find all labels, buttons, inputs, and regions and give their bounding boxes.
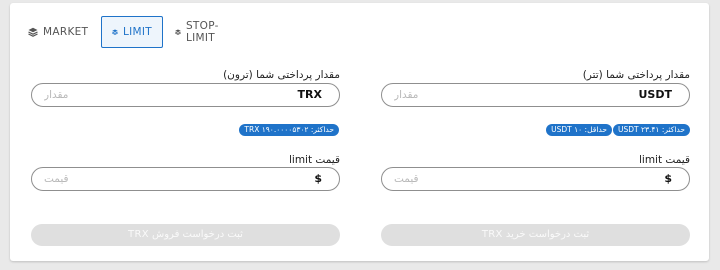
buy-amount-field[interactable]: USDT [381,83,690,107]
buy-amount-label: مقدار پرداختی شما (تتر) [582,69,690,81]
sell-price-field[interactable]: $ [31,167,340,191]
buy-price-input[interactable] [394,171,594,187]
buy-submit-button[interactable]: ثبت درخواست خرید TRX [381,224,690,246]
tab-stop-limit-label: STOP-LIMIT [185,20,219,44]
stack-icon [28,27,38,37]
tab-market-label: MARKET [43,26,89,38]
sell-price-label: قیمت limit [288,154,340,166]
sell-amount-input[interactable] [44,87,244,103]
buy-amount-input[interactable] [394,87,594,103]
buy-price-label: قیمت limit [638,154,690,166]
sell-amount-currency: TRX [297,88,322,101]
tab-limit-label: LIMIT [122,26,152,38]
stack-icon [112,29,118,35]
sell-amount-field[interactable]: TRX [31,83,340,107]
buy-price-currency: $ [664,172,672,185]
buy-max-chip: حداکثر: ۲۳.۴۱ USDT [612,124,690,136]
sell-price-input[interactable] [44,171,244,187]
tab-market[interactable]: MARKET [28,16,88,48]
sell-price-currency: $ [314,172,322,185]
sell-max-chip: حداکثر: ۱۹۰.۰۰۰۰۵۳۰۲ TRX [239,124,339,136]
sell-amount-label: مقدار پرداختی شما (ترون) [223,69,340,81]
tab-stop-limit[interactable]: STOP-LIMIT [175,16,223,48]
buy-price-field[interactable]: $ [381,167,690,191]
tab-limit[interactable]: LIMIT [101,16,163,48]
buy-min-chip: حداقل: ۱۰ USDT [546,124,612,136]
stack-icon [175,29,181,35]
buy-amount-currency: USDT [638,88,673,101]
trade-card: MARKET LIMIT STOP-LIMIT مقدار پرداختی شم… [10,3,709,261]
sell-submit-button[interactable]: ثبت درخواست فروش TRX [31,224,340,246]
